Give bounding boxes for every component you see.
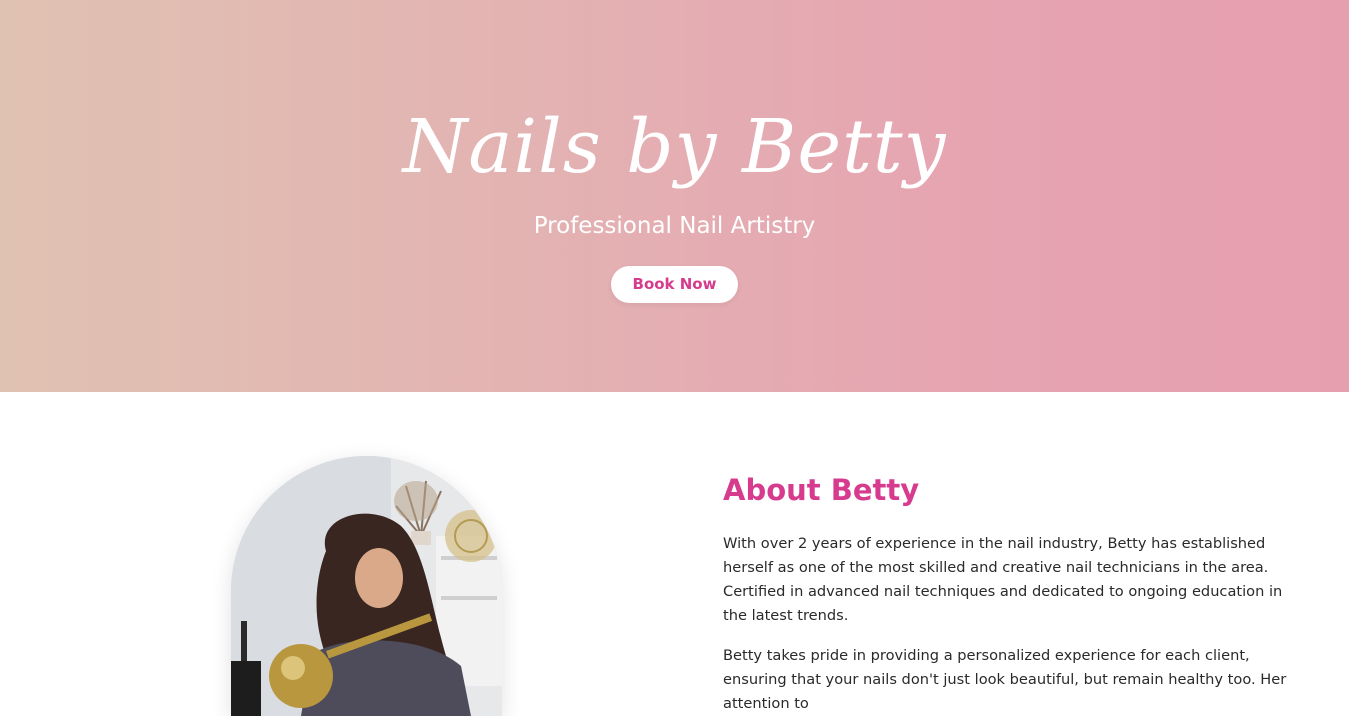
about-paragraph-1: With over 2 years of experience in the n…: [723, 535, 1283, 624]
about-heading: About Betty: [723, 473, 920, 507]
hero-subtitle: Professional Nail Artistry: [533, 213, 816, 239]
portrait-illustration: [231, 456, 502, 716]
betty-portrait-image: [231, 456, 502, 716]
hero-banner: Nails by Betty Professional Nail Artistr…: [0, 0, 1349, 392]
about-paragraph-2: Betty takes pride in providing a persona…: [723, 647, 1287, 712]
book-now-button[interactable]: Book Now: [611, 266, 738, 303]
hero-title: Nails by Betty: [402, 104, 947, 190]
